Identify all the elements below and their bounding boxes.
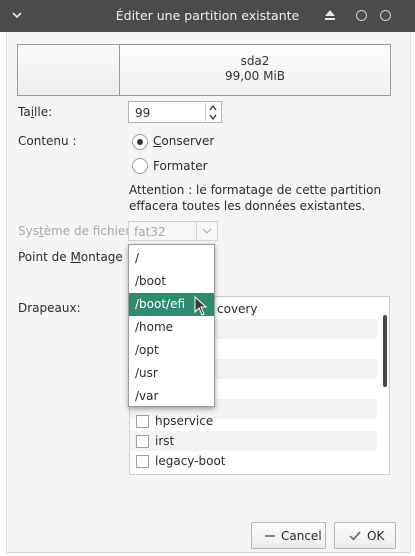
- flag-row-irst[interactable]: irst: [130, 431, 377, 451]
- window-titlebar: Éditer une partition existante: [0, 0, 415, 32]
- flag-checkbox[interactable]: [136, 435, 149, 448]
- radio-keep[interactable]: [132, 134, 148, 150]
- radio-dot: [137, 139, 143, 145]
- check-icon: [349, 531, 361, 541]
- mount-option-boot[interactable]: /boot: [129, 270, 214, 293]
- mount-option-var[interactable]: /var: [129, 385, 214, 408]
- flag-checkbox[interactable]: [136, 415, 149, 428]
- partition-name: sda2: [240, 54, 270, 68]
- flags-label: Drapeaux:: [18, 301, 81, 315]
- filesystem-combo: fat32: [128, 221, 218, 241]
- mount-option-home[interactable]: /home: [129, 316, 214, 339]
- ok-button[interactable]: OK: [334, 522, 396, 549]
- mouse-cursor-icon: [194, 296, 208, 316]
- flag-row-legacy-boot[interactable]: legacy-boot: [130, 451, 377, 471]
- partition-segment-selected[interactable]: sda2 99,00 MiB: [120, 45, 390, 95]
- radio-keep-label[interactable]: Conserver: [153, 134, 214, 148]
- flags-scrollbar[interactable]: [383, 315, 387, 387]
- partition-segment-free[interactable]: [18, 45, 120, 95]
- flag-label: covery: [217, 302, 258, 316]
- filesystem-dropdown-button: [196, 222, 217, 240]
- ok-label: OK: [367, 529, 385, 543]
- flag-label: hpservice: [155, 414, 214, 428]
- partition-bar: sda2 99,00 MiB: [17, 44, 391, 96]
- mount-dropdown-menu[interactable]: / /boot /boot/efi /home /opt /usr /var: [128, 244, 215, 407]
- mount-option-root[interactable]: /: [129, 247, 214, 270]
- size-value[interactable]: 99: [135, 106, 150, 120]
- size-label: Taille:: [18, 105, 53, 119]
- flag-row-hpservice[interactable]: hpservice: [130, 411, 377, 431]
- radio-format-label[interactable]: Formater: [153, 159, 208, 173]
- chevron-down-icon: [202, 228, 212, 234]
- cancel-label: Cancel: [281, 529, 322, 543]
- content-label: Contenu :: [18, 134, 77, 148]
- mount-option-usr[interactable]: /usr: [129, 362, 214, 385]
- radio-format[interactable]: [132, 158, 148, 174]
- cancel-button[interactable]: Cancel: [251, 522, 326, 549]
- filesystem-label: Système de fichiers:: [18, 224, 141, 238]
- flag-checkbox[interactable]: [136, 455, 149, 468]
- maximize-icon[interactable]: [380, 10, 391, 21]
- size-spinbox[interactable]: 99: [128, 101, 222, 123]
- spin-up-icon[interactable]: [209, 104, 217, 112]
- partition-size: 99,00 MiB: [224, 69, 286, 83]
- spin-arrows[interactable]: [205, 103, 220, 121]
- format-warning: Attention : le formatage de cette partit…: [129, 183, 382, 213]
- flag-label: irst: [155, 434, 175, 448]
- flag-label: legacy-boot: [155, 454, 226, 468]
- minimize-icon[interactable]: [356, 10, 367, 21]
- window-title: Éditer une partition existante: [115, 8, 300, 23]
- minus-icon: [265, 535, 275, 537]
- eject-icon[interactable]: [324, 9, 336, 21]
- spin-down-icon[interactable]: [209, 113, 217, 121]
- mount-option-opt[interactable]: /opt: [129, 339, 214, 362]
- filesystem-value: fat32: [134, 225, 166, 239]
- mount-label: Point de Montage :: [18, 250, 131, 264]
